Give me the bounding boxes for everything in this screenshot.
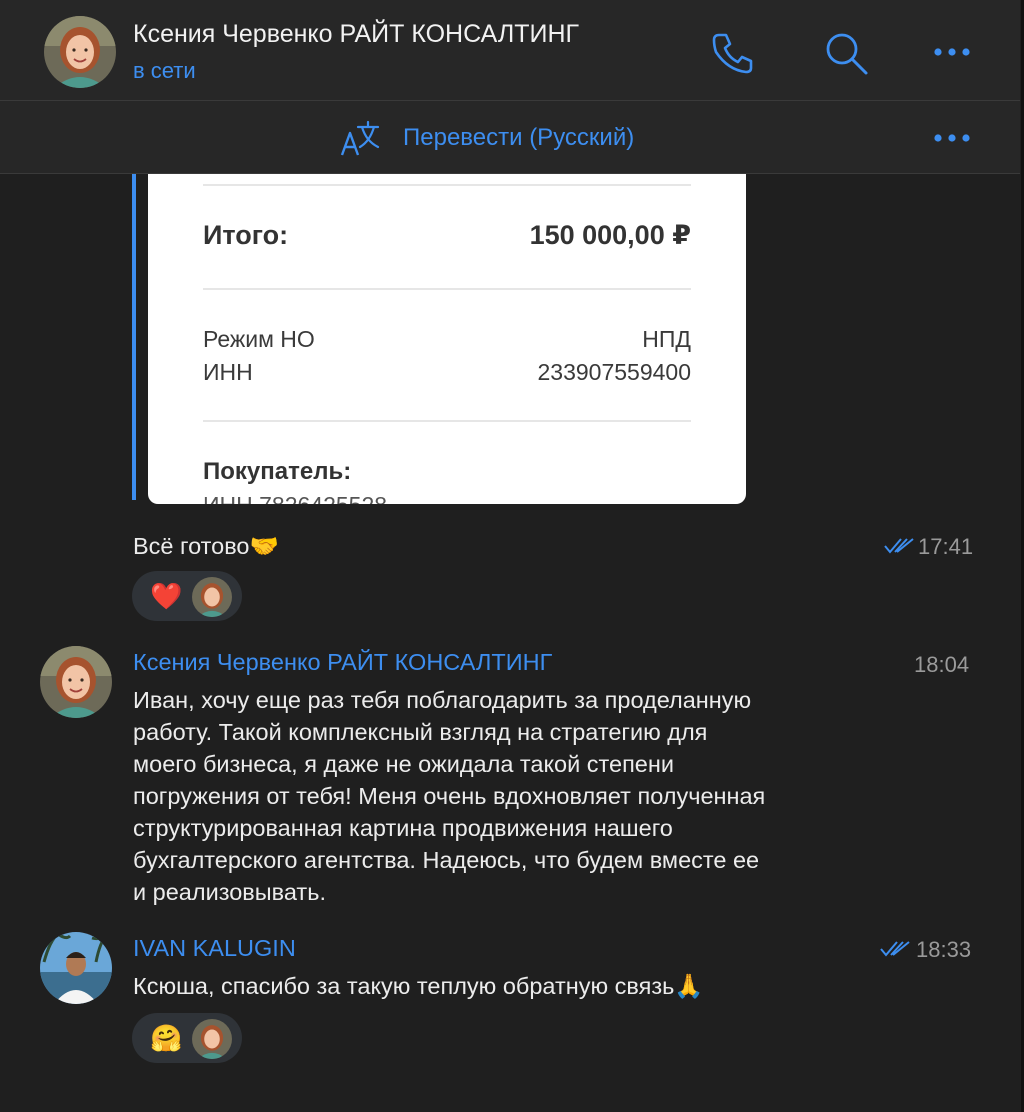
receipt-divider [203, 184, 691, 186]
message-time: 17:41 [918, 534, 974, 559]
message-line: и реализовывать. [133, 879, 326, 905]
message-text: Всё готово🤝 [133, 533, 279, 559]
reaction-chip[interactable]: 🤗 [132, 1013, 242, 1063]
receipt-buyer-label: Покупатель: [203, 458, 352, 485]
receipt-divider [203, 420, 691, 422]
hug-reaction: 🤗 [150, 1023, 183, 1053]
translate-more-icon[interactable] [930, 130, 974, 146]
sender-name[interactable]: IVAN KALUGIN [133, 935, 296, 962]
receipt-inn-label: ИНН [203, 359, 253, 385]
sender-name[interactable]: Ксения Червенко РАЙТ КОНСАЛТИНГ [133, 649, 552, 676]
reaction-chip[interactable]: ❤️ [132, 571, 242, 621]
translate-icon[interactable] [338, 117, 382, 159]
translate-button[interactable]: Перевести (Русский) [403, 124, 634, 152]
receipt-tax-mode-label: Режим НО [203, 326, 315, 352]
receipt-inn-value: 233907559400 [537, 359, 692, 385]
double-check-icon [884, 537, 914, 555]
receipt-divider [203, 288, 691, 290]
phone-icon[interactable] [710, 30, 756, 76]
message-time: 18:04 [914, 652, 970, 677]
more-icon[interactable] [930, 44, 974, 60]
contact-avatar[interactable] [44, 16, 116, 88]
message-text: Ксюша, спасибо за такую теплую обратную … [133, 973, 704, 999]
reaction-avatar [192, 577, 232, 617]
receipt-total-label: Итого: [203, 220, 289, 250]
receipt-tax-mode-value: НПД [642, 326, 691, 352]
sender-avatar[interactable] [40, 932, 112, 1004]
double-check-icon [880, 940, 910, 958]
search-icon[interactable] [823, 30, 869, 76]
sender-avatar[interactable] [40, 646, 112, 718]
message-line: моего бизнеса, я даже не ожидала такой с… [133, 751, 674, 777]
contact-name[interactable]: Ксения Червенко РАЙТ КОНСАЛТИНГ [133, 20, 579, 49]
message-line: работу. Такой комплексный взгляд на стра… [133, 719, 708, 745]
receipt-total-value: 150 000,00 ₽ [529, 220, 691, 250]
message-time: 18:33 [916, 937, 972, 962]
reaction-avatar [192, 1019, 232, 1059]
receipt-buyer-inn-cut: ИНН 7826425528 [203, 492, 387, 504]
message-line: погружения от тебя! Меня очень вдохновля… [133, 783, 766, 809]
message-line: Иван, хочу еще раз тебя поблагодарить за… [133, 687, 752, 713]
receipt-image[interactable]: Итого: 150 000,00 ₽ Режим НО НПД ИНН 233… [148, 174, 746, 504]
contact-status: в сети [133, 58, 196, 83]
message-line: структурированная картина продвижения на… [133, 815, 673, 841]
chat-window: Ксения Червенко РАЙТ КОНСАЛТИНГ в сети П… [0, 0, 1024, 1112]
message-line: бухгалтерского агентства. Надеюсь, что б… [133, 847, 760, 873]
heart-reaction: ❤️ [150, 581, 183, 611]
quote-bar [132, 174, 136, 500]
